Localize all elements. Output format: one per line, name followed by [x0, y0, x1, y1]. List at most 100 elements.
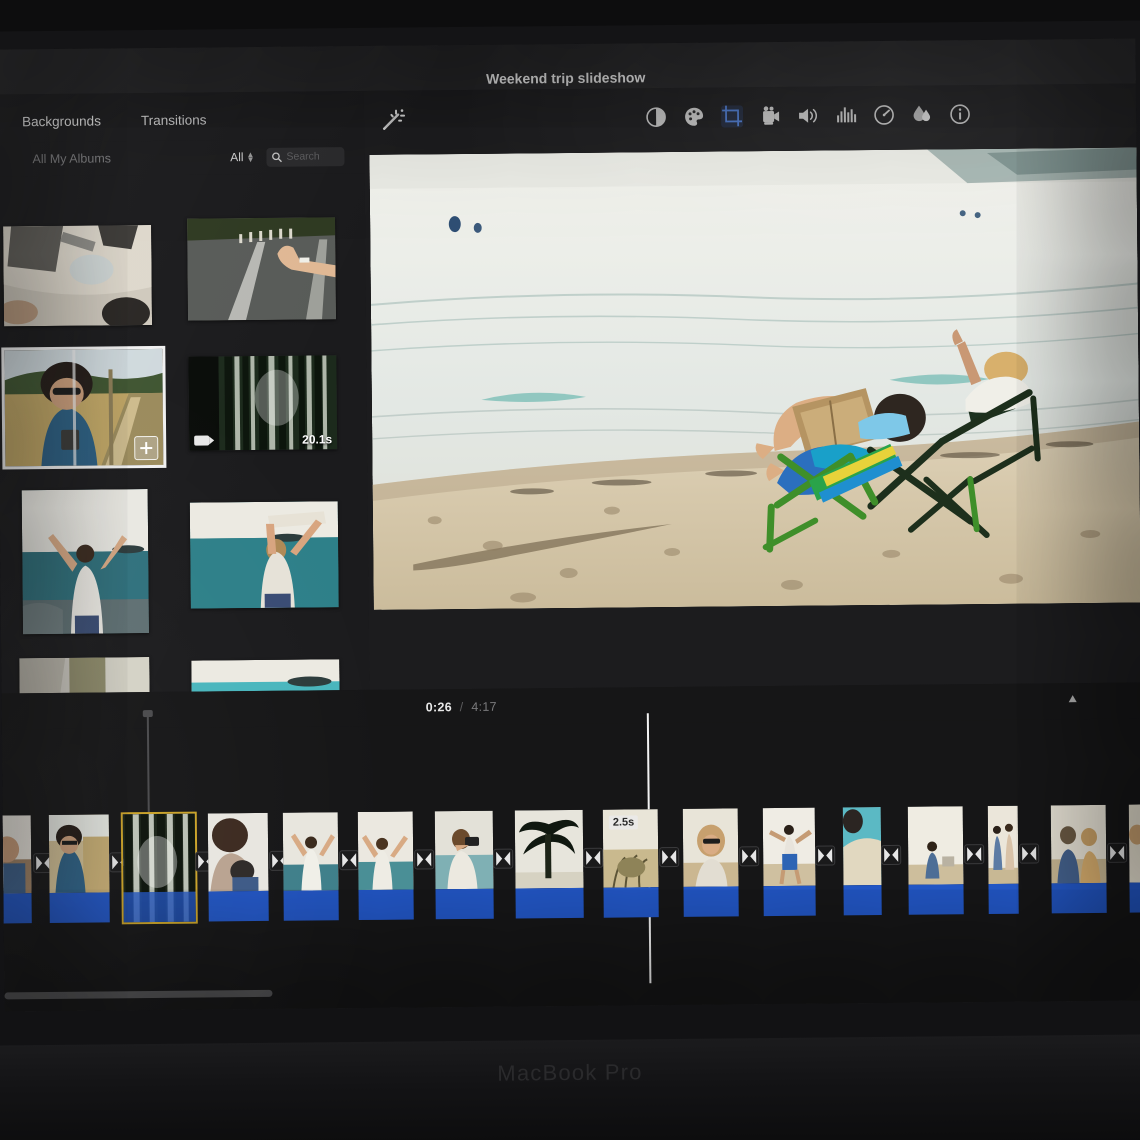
clip-thumbnail: [357, 811, 414, 891]
timeline-clip-woman-camera-partial[interactable]: [0, 815, 32, 924]
timeline-clip-strip: 2.5s: [0, 804, 1140, 925]
tab-backgrounds[interactable]: Backgrounds: [22, 113, 101, 129]
clip-duration-tooltip: 2.5s: [608, 815, 639, 830]
imovie-window: Weekend trip slideshow Backgrounds Trans…: [0, 38, 1140, 1012]
transition-icon[interactable]: [815, 845, 836, 866]
search-icon: [272, 151, 282, 162]
search-input[interactable]: Search: [266, 146, 345, 167]
add-to-project-button[interactable]: [134, 435, 159, 461]
clip-audio-bar: [435, 888, 494, 920]
timeline-clip-aerial-coast[interactable]: [842, 807, 882, 916]
transition-icon[interactable]: [583, 847, 604, 868]
transition-icon[interactable]: [414, 849, 435, 870]
timeline-clip-woman-with-camera[interactable]: [434, 810, 494, 920]
breadcrumb-all-my-albums[interactable]: All My Albums: [32, 150, 230, 166]
crop-icon[interactable]: [720, 105, 744, 128]
speed-icon[interactable]: [873, 104, 895, 126]
transition-icon[interactable]: [739, 846, 760, 867]
settings-icon[interactable]: [1066, 693, 1080, 707]
library-item-map-on-table[interactable]: [3, 225, 153, 327]
clip-thumbnail: [762, 807, 816, 887]
clip-audio-bar: [1129, 882, 1140, 913]
timeline-clip-woman-arms-raised-a[interactable]: [282, 812, 339, 921]
clip-thumbnail: [207, 812, 269, 892]
clip-thumbnail: [682, 808, 739, 887]
timeline-clip-child-on-beach[interactable]: [907, 806, 964, 915]
transition-icon[interactable]: [659, 846, 680, 868]
timeline-clip-forest-sunlight[interactable]: [120, 811, 198, 925]
video-camera-icon: [194, 435, 210, 446]
clip-thumbnail: [1050, 804, 1107, 884]
thumbnail: [187, 217, 337, 321]
clip-audio-bar: [49, 892, 110, 924]
clip-thumbnail: [514, 809, 584, 889]
video-preview[interactable]: [369, 147, 1140, 610]
time-readout: 0:26 / 4:17: [426, 700, 497, 715]
color-balance-icon[interactable]: [645, 106, 667, 128]
clip-audio-bar: [208, 890, 269, 922]
timeline-horizontal-scrollbar[interactable]: [4, 989, 273, 1000]
clip-thumbnail: [434, 810, 494, 890]
thumb-art: [187, 217, 337, 321]
clip-audio-bar: [1051, 882, 1107, 914]
thumbnail-selected: [1, 345, 167, 470]
transition-icon[interactable]: [1019, 843, 1040, 864]
timeline-clip-beach-grass[interactable]: 2.5s: [602, 809, 659, 918]
clip-thumbnail: [987, 805, 1019, 884]
transition-icon[interactable]: [964, 844, 985, 865]
library-tabs: Backgrounds Transitions: [0, 103, 364, 137]
clip-filter-icon[interactable]: [911, 103, 933, 125]
timeline-clip-two-women-sitting[interactable]: [1050, 804, 1107, 914]
info-icon[interactable]: [949, 103, 971, 125]
transition-icon[interactable]: [339, 850, 360, 871]
timeline-marker[interactable]: [146, 714, 150, 815]
library-item-forest-video[interactable]: 20.1s: [188, 355, 338, 451]
volume-icon[interactable]: [797, 105, 819, 127]
transition-icon[interactable]: [881, 844, 902, 866]
time-separator: /: [459, 700, 464, 715]
thumb-art: [189, 501, 339, 609]
timeline-clip-woman-sunglasses-car[interactable]: [48, 814, 110, 924]
library-item-arms-raised-sea[interactable]: [21, 489, 150, 635]
thumbnail: [3, 225, 153, 327]
tab-transitions[interactable]: Transitions: [141, 112, 207, 128]
clip-adjust-toolbar: [645, 103, 971, 128]
clip-audio-bar: [515, 887, 584, 919]
transition-icon[interactable]: [1107, 842, 1128, 863]
library-sub-toolbar: All My Albums All ▲ ▼ Search: [0, 138, 365, 177]
preview-image: [369, 147, 1140, 610]
library-item-banner-sea[interactable]: [189, 501, 339, 609]
chevron-updown-icon: ▲ ▼: [246, 150, 255, 165]
noise-reduction-equalizer-icon[interactable]: [835, 104, 857, 126]
library-item-hitchhiking[interactable]: [187, 217, 337, 321]
transition-icon[interactable]: [493, 848, 514, 869]
clip-audio-bar: [908, 884, 964, 915]
clip-audio-bar: [123, 891, 196, 923]
current-time: 0:26: [425, 700, 453, 715]
clip-thumbnail: [842, 807, 882, 886]
timeline-clip-woman-arms-raised-b[interactable]: [357, 811, 414, 921]
clip-audio-bar: [843, 885, 882, 916]
filter-dropdown[interactable]: All ▲ ▼: [230, 150, 254, 164]
clip-thumbnail: [0, 815, 32, 894]
timeline-clip-palm-tree[interactable]: [514, 809, 584, 919]
thumbnail: [189, 501, 339, 609]
timeline-clip-woman-sunglasses-portrait[interactable]: [682, 808, 739, 917]
clip-audio-bar: [358, 889, 414, 921]
total-time: 4:17: [471, 699, 497, 714]
laptop-screen: Weekend trip slideshow Backgrounds Trans…: [0, 38, 1140, 1012]
filter-label: All: [230, 150, 244, 165]
timeline-clip-man-jumping[interactable]: [762, 807, 816, 917]
timeline-clip-couple-back[interactable]: [207, 812, 269, 922]
stabilization-icon[interactable]: [759, 105, 781, 127]
search-placeholder: Search: [286, 150, 320, 163]
clip-thumbnail: [48, 814, 110, 894]
library-item-woman-with-camera[interactable]: [1, 345, 167, 470]
timeline-panel[interactable]: 0:26 / 4:17 2.5s: [0, 682, 1140, 1012]
enhance-wand-icon[interactable]: [376, 107, 406, 137]
timeline-clip-two-people-walking[interactable]: [987, 805, 1019, 914]
clip-audio-bar: [283, 890, 339, 921]
color-correction-icon[interactable]: [683, 106, 705, 128]
laptop-photo: Weekend trip slideshow Backgrounds Trans…: [0, 0, 1140, 1140]
timeline-clip-edge-partial[interactable]: [1128, 804, 1140, 913]
